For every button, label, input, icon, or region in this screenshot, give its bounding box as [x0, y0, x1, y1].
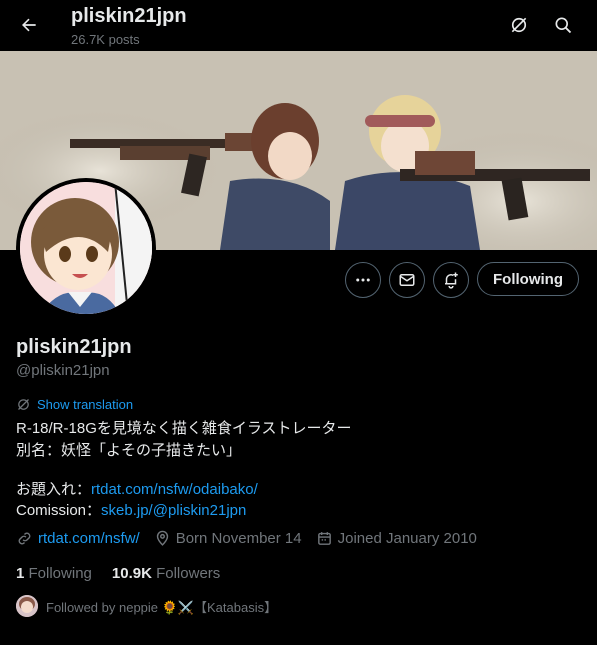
following-link[interactable]: 1 Following [16, 565, 92, 582]
user-handle: @pliskin21jpn [16, 362, 110, 379]
translate-button[interactable] [502, 8, 536, 42]
profile-meta: rtdat.com/nsfw/ Born November 14 Joined … [16, 530, 491, 547]
bio-line-2: 別名：妖怪「よその子描きたい」 [16, 442, 242, 459]
avatar[interactable] [16, 178, 156, 318]
search-button[interactable] [546, 8, 580, 42]
birthday-item: Born November 14 [154, 530, 302, 547]
calendar-icon [317, 532, 331, 545]
notify-button[interactable] [433, 262, 469, 298]
bell-plus-icon [445, 272, 458, 289]
arrow-left-icon [22, 18, 36, 32]
joined-item: Joined January 2010 [316, 530, 477, 547]
show-translation-link[interactable]: Show translation [16, 397, 133, 412]
following-label: Following [28, 565, 92, 582]
search-icon [555, 17, 572, 34]
post-count: 26.7K posts [71, 32, 140, 47]
mail-icon [399, 274, 415, 286]
message-button[interactable] [389, 262, 425, 298]
followers-link[interactable]: 10.9K Followers [112, 565, 220, 582]
page-title: pliskin21jpn [71, 5, 187, 27]
show-translation-label: Show translation [37, 397, 134, 412]
display-name: pliskin21jpn [16, 336, 132, 358]
followed-by[interactable]: Followed by neppie 🌻⚔️【Katabasis】 [16, 595, 277, 617]
back-button[interactable] [12, 8, 46, 42]
bio-odai: お題入れ：rtdat.com/nsfw/odaibako/ [16, 478, 258, 499]
odai-label: お題入れ： [16, 481, 92, 498]
more-button[interactable] [345, 262, 381, 298]
following-count: 1 [16, 565, 25, 582]
comission-link[interactable]: skeb.jp/@pliskin21jpn [101, 502, 246, 519]
bio-comission: Comission：skeb.jp/@pliskin21jpn [16, 499, 246, 520]
website-item[interactable]: rtdat.com/nsfw/ [16, 530, 140, 547]
more-dots-icon [356, 278, 370, 282]
translate-icon [18, 399, 29, 410]
followers-count: 10.9K [111, 565, 152, 582]
avatar-illustration [20, 182, 152, 314]
followed-by-text: Followed by neppie 🌻⚔️【Katabasis】 [46, 599, 278, 615]
follower-avatar [16, 595, 38, 617]
translate-icon [511, 17, 527, 33]
location-pin-icon [156, 530, 168, 546]
link-icon [18, 532, 31, 545]
bio-line-1: R-18/R-18Gを見境なく描く雑食イラストレーター [16, 420, 352, 437]
website-link[interactable]: rtdat.com/nsfw/ [38, 530, 140, 547]
following-button[interactable]: Following [477, 262, 579, 296]
odai-link[interactable]: rtdat.com/nsfw/odaibako/ [91, 481, 258, 498]
born-text: Born November 14 [175, 530, 302, 547]
followers-label: Followers [156, 565, 221, 582]
comission-label: Comission： [16, 502, 102, 519]
joined-text: Joined January 2010 [337, 530, 477, 547]
follow-counts: 1 Following 10.9K Followers [16, 565, 220, 582]
